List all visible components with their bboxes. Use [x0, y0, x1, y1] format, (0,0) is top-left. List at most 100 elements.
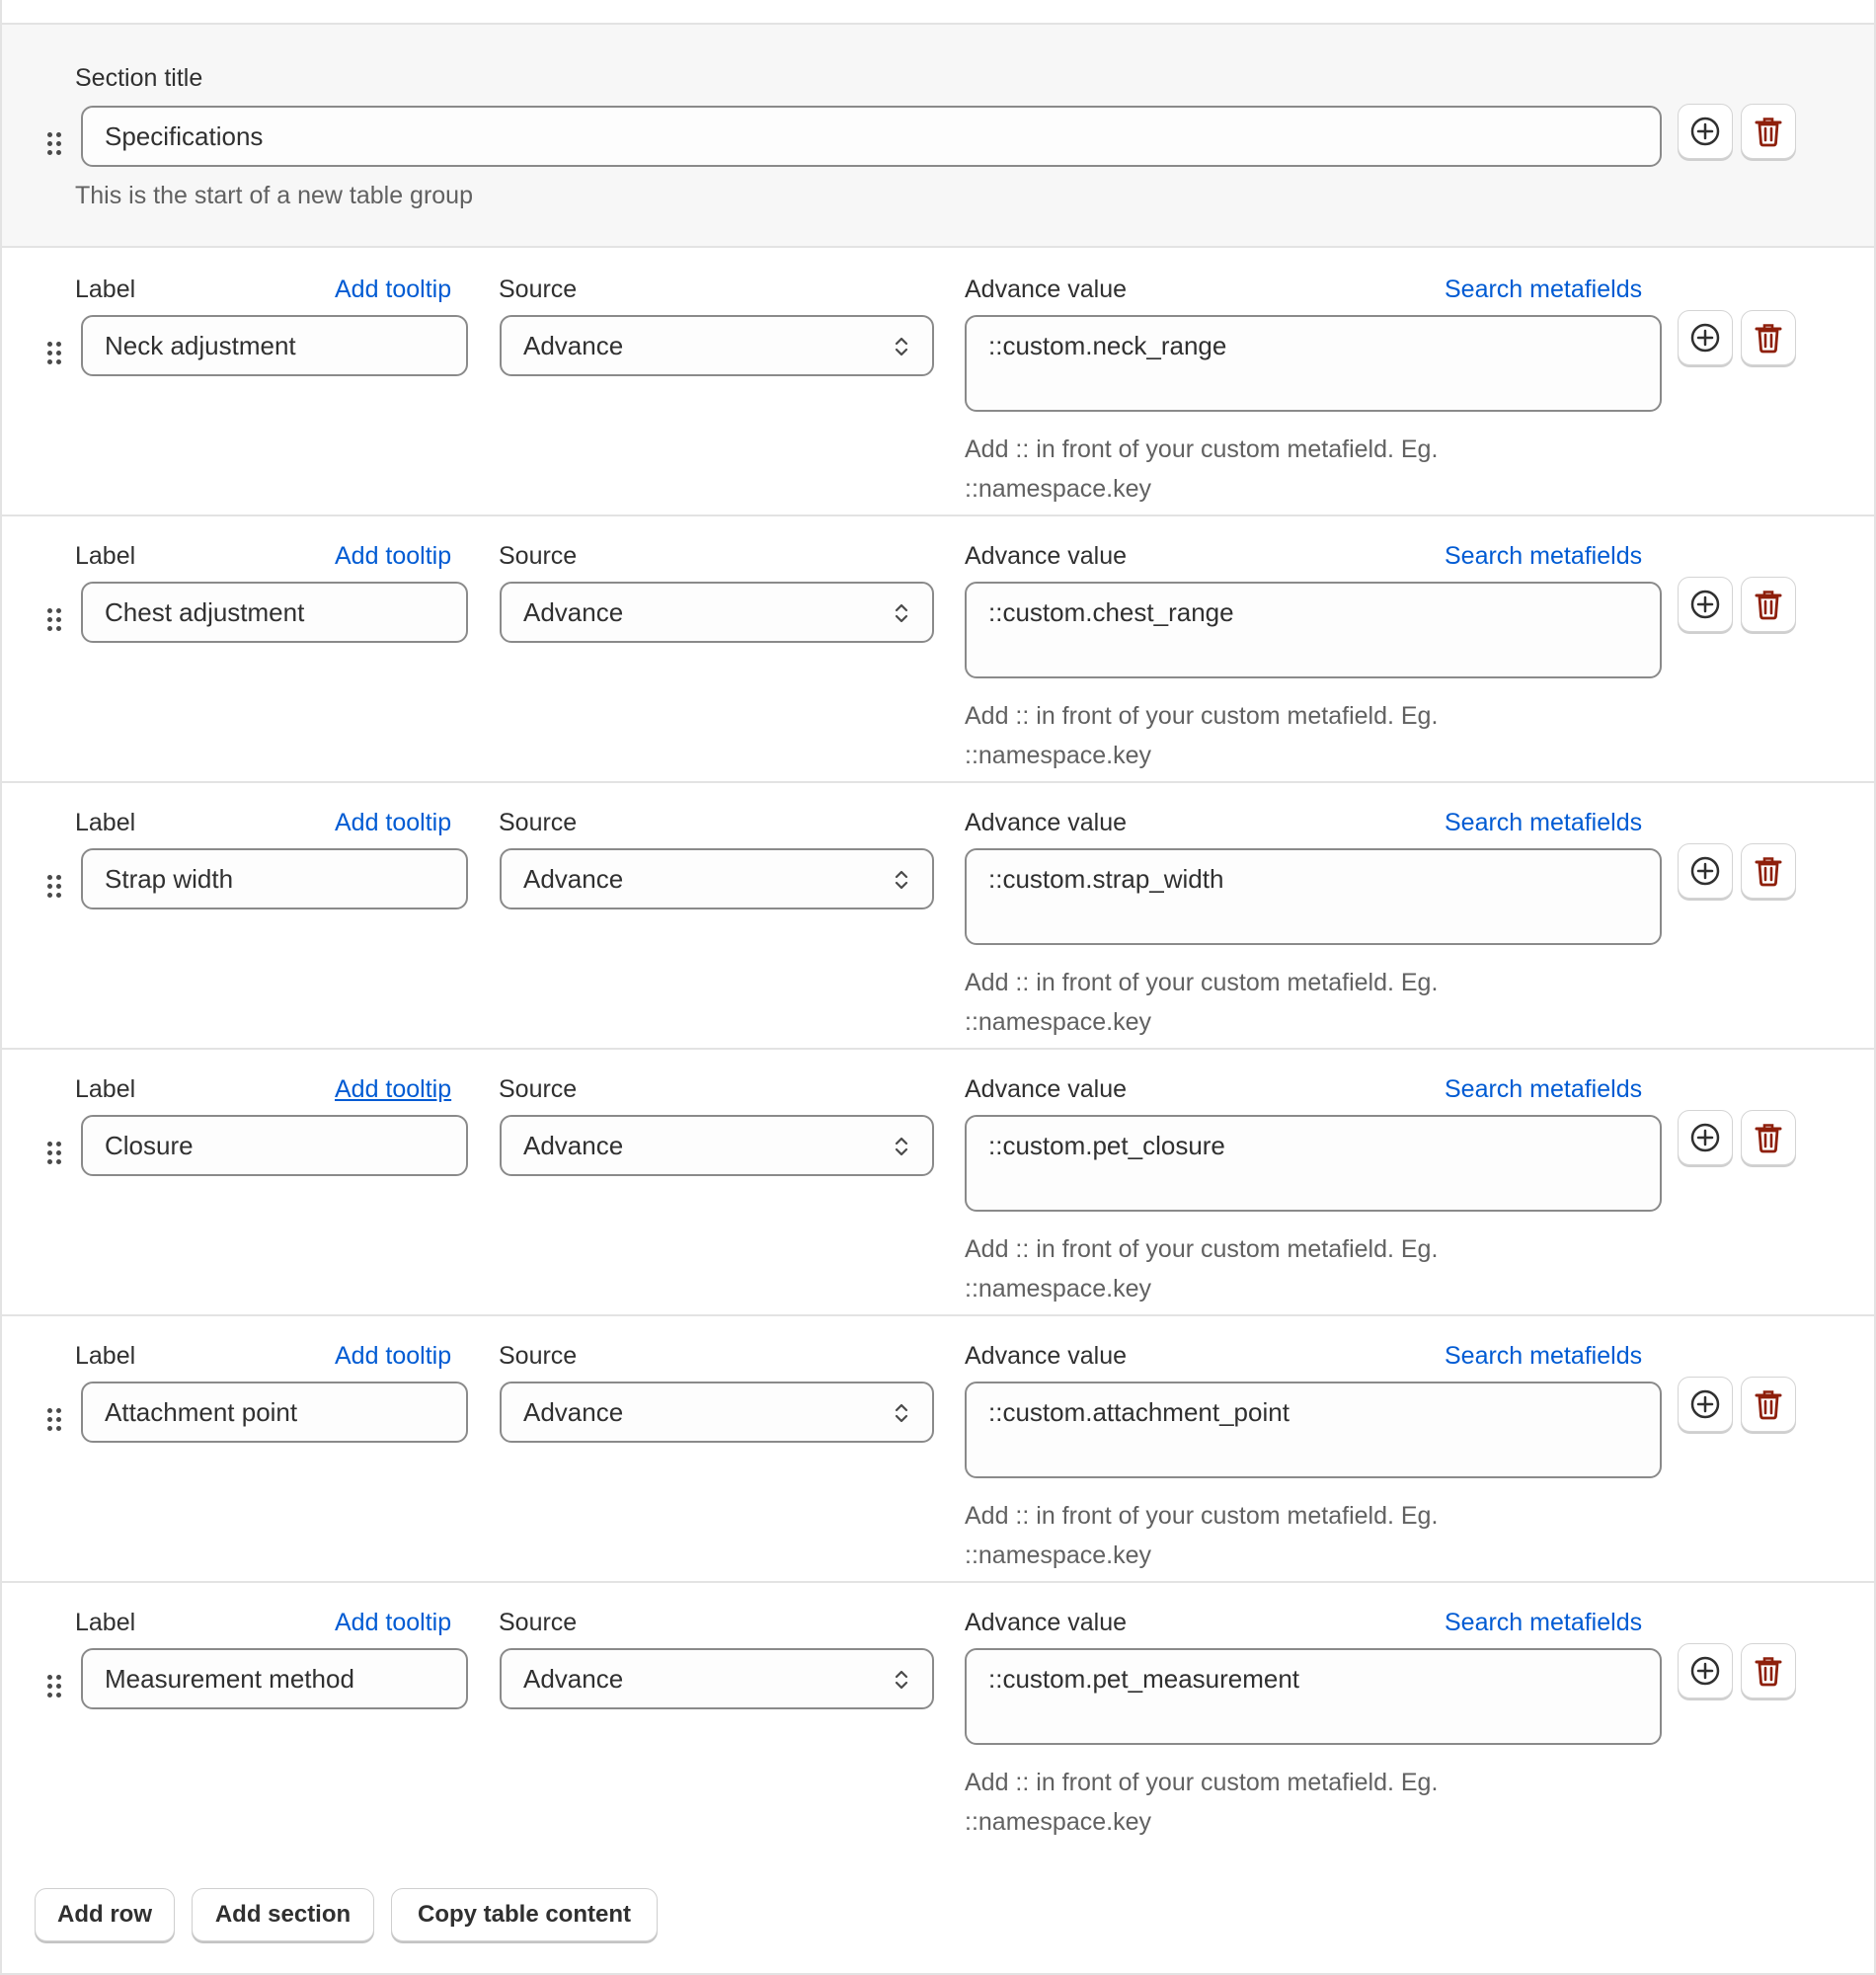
- drag-handle-icon[interactable]: [45, 1407, 63, 1433]
- label-input[interactable]: Measurement method: [81, 1648, 468, 1709]
- advance-value-input[interactable]: ::custom.chest_range: [965, 582, 1662, 678]
- delete-button[interactable]: [1741, 104, 1796, 159]
- plus-circle-icon: [1690, 117, 1720, 146]
- label-input[interactable]: Closure: [81, 1115, 468, 1176]
- help-line: Add :: in front of your custom metafield…: [965, 702, 1439, 730]
- help-line: Add :: in front of your custom metafield…: [965, 1235, 1439, 1263]
- add-button[interactable]: [1678, 843, 1733, 899]
- add-row-button[interactable]: Add row: [35, 1888, 175, 1941]
- advance-value-input[interactable]: ::custom.pet_measurement: [965, 1648, 1662, 1745]
- label-input[interactable]: Attachment point: [81, 1382, 468, 1443]
- add-tooltip-link[interactable]: Add tooltip: [335, 1342, 451, 1371]
- drag-handle-icon[interactable]: [45, 874, 63, 900]
- delete-button[interactable]: [1741, 1377, 1796, 1432]
- add-tooltip-link[interactable]: Add tooltip: [335, 542, 451, 571]
- trash-icon: [1755, 591, 1782, 620]
- plus-circle-icon: [1690, 1123, 1720, 1152]
- delete-button[interactable]: [1741, 843, 1796, 899]
- source-select-value: Advance: [523, 331, 624, 360]
- search-metafields-link[interactable]: Search metafields: [1445, 1342, 1642, 1371]
- source-select-value: Advance: [523, 1131, 624, 1160]
- advance-value-heading: Advance value: [965, 542, 1128, 570]
- drag-handle-icon[interactable]: [45, 1141, 63, 1166]
- plus-circle-icon: [1690, 323, 1720, 353]
- trash-icon: [1755, 324, 1782, 354]
- table-row: Label Add tooltip Source Advance value S…: [2, 1050, 1874, 1316]
- add-tooltip-link[interactable]: Add tooltip: [335, 809, 451, 837]
- advance-value-heading: Advance value: [965, 1609, 1128, 1636]
- chevron-up-down-icon: [895, 1137, 908, 1156]
- source-select[interactable]: Advance: [500, 1115, 934, 1176]
- add-button[interactable]: [1678, 1377, 1733, 1432]
- delete-button[interactable]: [1741, 310, 1796, 365]
- source-heading: Source: [499, 542, 578, 570]
- add-tooltip-link[interactable]: Add tooltip: [335, 1075, 451, 1104]
- search-metafields-link[interactable]: Search metafields: [1445, 276, 1642, 304]
- delete-button[interactable]: [1741, 1110, 1796, 1165]
- metafield-help-text: Add :: in front of your custom metafield…: [965, 430, 1438, 509]
- label-input[interactable]: Strap width: [81, 848, 468, 909]
- add-button[interactable]: [1678, 577, 1733, 632]
- section-header: Section title Specifications This is the…: [2, 25, 1874, 248]
- advance-value-input[interactable]: ::custom.strap_width: [965, 848, 1662, 945]
- section-title-label: Section title: [75, 64, 203, 92]
- source-select[interactable]: Advance: [500, 848, 934, 909]
- label-heading: Label: [75, 276, 136, 303]
- label-input[interactable]: Neck adjustment: [81, 315, 468, 376]
- section-help-text: This is the start of a new table group: [75, 182, 473, 209]
- add-tooltip-link[interactable]: Add tooltip: [335, 276, 451, 304]
- source-select-value: Advance: [523, 1664, 624, 1694]
- search-metafields-link[interactable]: Search metafields: [1445, 1075, 1642, 1104]
- help-line: Add :: in front of your custom metafield…: [965, 1502, 1439, 1530]
- delete-button[interactable]: [1741, 1643, 1796, 1698]
- section-title-input[interactable]: Specifications: [81, 106, 1662, 167]
- delete-button[interactable]: [1741, 577, 1796, 632]
- source-heading: Source: [499, 1075, 578, 1103]
- copy-table-content-button[interactable]: Copy table content: [391, 1888, 658, 1941]
- table-editor-panel: Section title Specifications This is the…: [0, 0, 1876, 1975]
- metafield-help-text: Add :: in front of your custom metafield…: [965, 696, 1438, 775]
- drag-handle-icon[interactable]: [45, 131, 63, 157]
- advance-value-input[interactable]: ::custom.pet_closure: [965, 1115, 1662, 1212]
- add-button[interactable]: [1678, 104, 1733, 159]
- source-heading: Source: [499, 276, 578, 303]
- label-input[interactable]: Chest adjustment: [81, 582, 468, 643]
- plus-circle-icon: [1690, 1656, 1720, 1686]
- table-row: Label Add tooltip Source Advance value S…: [2, 250, 1874, 516]
- drag-handle-icon[interactable]: [45, 341, 63, 366]
- advance-value-input[interactable]: ::custom.attachment_point: [965, 1382, 1662, 1478]
- table-row: Label Add tooltip Source Advance value S…: [2, 783, 1874, 1050]
- source-heading: Source: [499, 1609, 578, 1636]
- drag-handle-icon[interactable]: [45, 607, 63, 633]
- search-metafields-link[interactable]: Search metafields: [1445, 809, 1642, 837]
- source-select[interactable]: Advance: [500, 1382, 934, 1443]
- plus-circle-icon: [1690, 1389, 1720, 1419]
- add-tooltip-link[interactable]: Add tooltip: [335, 1609, 451, 1637]
- search-metafields-link[interactable]: Search metafields: [1445, 542, 1642, 571]
- label-heading: Label: [75, 1342, 136, 1370]
- trash-icon: [1755, 857, 1782, 887]
- metafield-help-text: Add :: in front of your custom metafield…: [965, 1229, 1438, 1308]
- table-row: Label Add tooltip Source Advance value S…: [2, 1316, 1874, 1583]
- search-metafields-link[interactable]: Search metafields: [1445, 1609, 1642, 1637]
- drag-handle-icon[interactable]: [45, 1674, 63, 1699]
- add-button[interactable]: [1678, 1643, 1733, 1698]
- add-button[interactable]: [1678, 1110, 1733, 1165]
- label-heading: Label: [75, 1609, 136, 1636]
- label-heading: Label: [75, 1075, 136, 1103]
- help-line: ::namespace.key: [965, 1008, 1151, 1036]
- trash-icon: [1755, 1390, 1782, 1420]
- source-select[interactable]: Advance: [500, 1648, 934, 1709]
- add-section-button[interactable]: Add section: [192, 1888, 374, 1941]
- source-heading: Source: [499, 1342, 578, 1370]
- source-select[interactable]: Advance: [500, 582, 934, 643]
- source-select-value: Advance: [523, 597, 624, 627]
- source-select[interactable]: Advance: [500, 315, 934, 376]
- table-row: Label Add tooltip Source Advance value S…: [2, 1583, 1874, 1850]
- add-button[interactable]: [1678, 310, 1733, 365]
- chevron-up-down-icon: [895, 337, 908, 356]
- advance-value-input[interactable]: ::custom.neck_range: [965, 315, 1662, 412]
- chevron-up-down-icon: [895, 1670, 908, 1690]
- help-line: Add :: in front of your custom metafield…: [965, 1769, 1439, 1796]
- plus-circle-icon: [1690, 856, 1720, 886]
